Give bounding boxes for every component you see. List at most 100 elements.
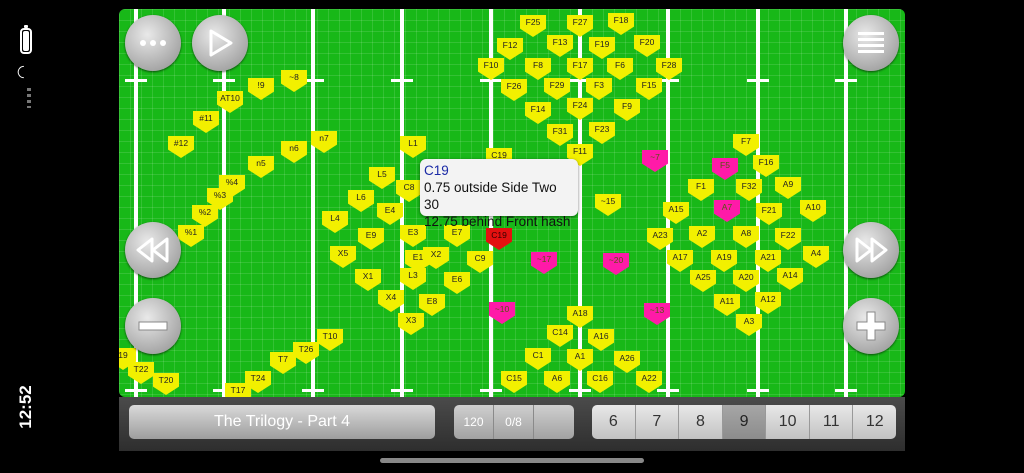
performer-marker[interactable]: F24 (567, 98, 593, 120)
performer-marker[interactable]: A17 (667, 250, 693, 272)
performer-marker[interactable]: A7 (714, 200, 740, 222)
page-item[interactable]: 8 (679, 405, 723, 439)
performer-marker[interactable]: A18 (567, 306, 593, 328)
performer-marker[interactable]: F8 (525, 58, 551, 80)
performer-marker[interactable]: A25 (690, 270, 716, 292)
performer-marker[interactable]: L4 (322, 211, 348, 233)
performer-marker[interactable]: n6 (281, 141, 307, 163)
performer-marker[interactable]: X1 (355, 269, 381, 291)
performer-marker[interactable]: A10 (800, 200, 826, 222)
signal-icon (27, 88, 31, 108)
page-selector: 6 7 8 9 10 11 12 (592, 405, 896, 439)
performer-marker[interactable]: F19 (589, 37, 615, 59)
performer-marker[interactable]: F12 (497, 38, 523, 60)
performer-marker[interactable]: A14 (777, 268, 803, 290)
more-button[interactable] (125, 15, 181, 71)
list-button[interactable] (843, 15, 899, 71)
performer-marker[interactable]: F6 (607, 58, 633, 80)
performer-marker[interactable]: %1 (178, 225, 204, 247)
performer-marker[interactable]: AT10 (217, 91, 243, 113)
hash-mark (213, 79, 235, 82)
page-item[interactable]: 11 (810, 405, 854, 439)
tooltip-line-1: 0.75 outside Side Two 30 (424, 180, 557, 212)
performer-marker[interactable]: ~7 (642, 150, 668, 172)
performer-marker[interactable]: F27 (567, 15, 593, 37)
performer-marker[interactable]: F22 (775, 228, 801, 250)
performer-marker[interactable]: A2 (689, 226, 715, 248)
performer-marker[interactable]: A26 (614, 351, 640, 373)
performer-marker[interactable]: C14 (547, 325, 573, 347)
performer-marker[interactable]: !9 (248, 78, 274, 100)
performer-marker[interactable]: #11 (193, 111, 219, 133)
performer-marker[interactable]: A19 (711, 250, 737, 272)
show-title-button[interactable]: The Trilogy - Part 4 (129, 405, 435, 439)
performer-marker[interactable]: F23 (589, 122, 615, 144)
performer-marker[interactable]: F5 (712, 158, 738, 180)
progress-label[interactable]: 0/8 (494, 405, 534, 439)
page-item[interactable]: 7 (636, 405, 680, 439)
performer-marker[interactable]: A9 (775, 177, 801, 199)
zoom-in-button[interactable] (843, 298, 899, 354)
hash-mark (835, 389, 857, 392)
performer-marker[interactable]: L5 (369, 167, 395, 189)
performer-marker[interactable]: F15 (636, 78, 662, 100)
performer-marker[interactable]: T17 (225, 383, 251, 397)
play-button[interactable] (192, 15, 248, 71)
performer-marker[interactable]: n5 (248, 156, 274, 178)
performer-marker[interactable]: T10 (317, 329, 343, 351)
page-item[interactable]: 10 (766, 405, 810, 439)
performer-marker[interactable]: A4 (803, 246, 829, 268)
counter-blank[interactable] (534, 405, 574, 439)
fast-forward-button[interactable] (843, 222, 899, 278)
performer-marker[interactable]: F29 (544, 78, 570, 100)
performer-marker[interactable]: T7 (270, 352, 296, 374)
performer-marker[interactable]: F31 (547, 124, 573, 146)
performer-marker[interactable]: F26 (501, 79, 527, 101)
performer-marker[interactable]: ~15 (595, 194, 621, 216)
zoom-out-button[interactable] (125, 298, 181, 354)
performer-marker[interactable]: ~17 (531, 252, 557, 274)
drill-field[interactable]: F25 F27 F18 F12 F13 F19 F20 F10 F8 F17 F6 F28 F26 F29… (119, 9, 905, 397)
hash-mark (125, 79, 147, 82)
performer-marker[interactable]: ~8 (281, 70, 307, 92)
performer-marker[interactable]: A1 (567, 349, 593, 371)
hash-mark (302, 389, 324, 392)
performer-marker[interactable]: F20 (634, 35, 660, 57)
performer-marker[interactable]: A16 (588, 329, 614, 351)
performer-marker[interactable]: T22 (128, 362, 154, 384)
page-item[interactable]: 9 (722, 405, 767, 439)
performer-marker[interactable]: E6 (444, 272, 470, 294)
performer-marker[interactable]: L6 (348, 190, 374, 212)
home-indicator (380, 458, 644, 463)
counter-group: 120 0/8 (454, 405, 574, 439)
more-icon (140, 40, 166, 46)
performer-marker[interactable]: F9 (614, 99, 640, 121)
performer-marker[interactable]: F25 (520, 15, 546, 37)
performer-marker[interactable]: E8 (419, 294, 445, 316)
performer-marker[interactable]: F1 (688, 179, 714, 201)
performer-marker[interactable]: F18 (608, 13, 634, 35)
hash-mark (391, 79, 413, 82)
performer-marker[interactable]: F3 (586, 78, 612, 100)
count-label[interactable]: 120 (454, 405, 494, 439)
performer-marker[interactable]: A11 (714, 294, 740, 316)
page-item[interactable]: 6 (592, 405, 636, 439)
performer-marker[interactable]: F14 (525, 102, 551, 124)
performer-marker[interactable]: F13 (547, 35, 573, 57)
performer-marker[interactable]: #12 (168, 136, 194, 158)
performer-marker[interactable]: X5 (330, 246, 356, 268)
performer-marker[interactable]: T20 (153, 373, 179, 395)
performer-marker[interactable]: T26 (293, 342, 319, 364)
performer-marker[interactable]: F28 (656, 58, 682, 80)
performer-marker[interactable]: ~20 (603, 253, 629, 275)
performer-marker[interactable]: %2 (192, 205, 218, 227)
performer-marker[interactable]: C15 (501, 371, 527, 393)
yard-line (311, 9, 315, 397)
performer-marker[interactable]: A6 (544, 371, 570, 393)
rewind-button[interactable] (125, 222, 181, 278)
performer-marker[interactable]: E9 (358, 228, 384, 250)
page-item[interactable]: 12 (853, 405, 896, 439)
performer-marker[interactable]: F17 (567, 58, 593, 80)
performer-marker[interactable]: F10 (478, 58, 504, 80)
performer-marker[interactable]: C1 (525, 348, 551, 370)
